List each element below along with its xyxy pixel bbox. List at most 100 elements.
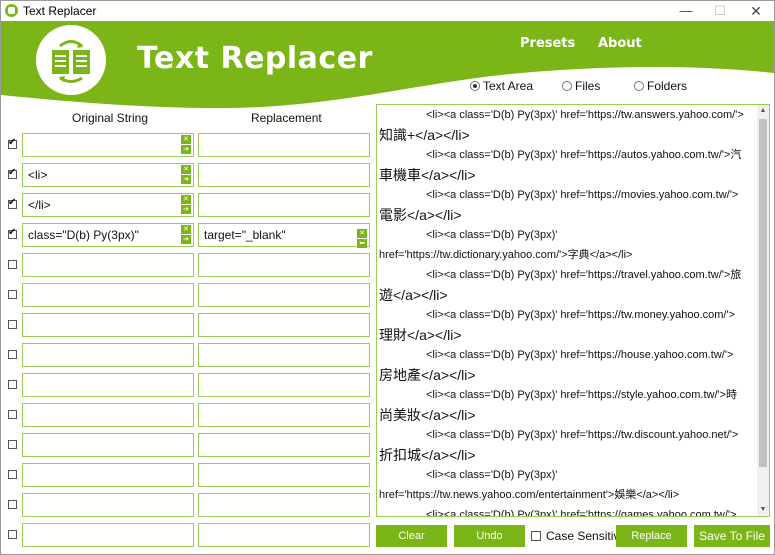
copy-right-icon[interactable]: ➔ — [181, 145, 191, 154]
original-string-input[interactable] — [22, 523, 194, 547]
checkbox-box[interactable] — [531, 531, 541, 541]
clear-row-icon[interactable]: ✕ — [181, 225, 191, 234]
row-enable-checkbox[interactable] — [8, 137, 17, 149]
replacement-row — [1, 343, 373, 369]
copy-right-icon[interactable]: ➔ — [181, 205, 191, 214]
text-area-line: 遊</a></li> — [379, 287, 448, 303]
vertical-scrollbar[interactable]: ▲ ▼ — [757, 105, 769, 516]
replacement-input[interactable] — [198, 463, 370, 487]
row-enable-checkbox[interactable] — [8, 470, 17, 479]
radio-files[interactable]: Files — [562, 79, 600, 93]
radio-folders[interactable]: Folders — [634, 79, 687, 93]
replacement-row: class="D(b) Py(3px)"target="_blank"✕➔✕⬅ — [1, 223, 373, 249]
replacement-input[interactable] — [198, 253, 370, 277]
replacement-input[interactable] — [198, 493, 370, 517]
about-menu[interactable]: About — [598, 36, 642, 51]
replacement-mini-buttons: ✕ ⬅ — [357, 229, 368, 248]
text-area[interactable]: <li><a class='D(b) Py(3px)' href='https:… — [376, 104, 770, 517]
replacement-input[interactable] — [198, 373, 370, 397]
replacement-row — [1, 283, 373, 309]
row-enable-checkbox[interactable] — [8, 530, 17, 539]
original-string-input[interactable]: class="D(b) Py(3px)" — [22, 223, 194, 247]
replacement-row — [1, 523, 373, 549]
scroll-up-icon[interactable]: ▲ — [757, 105, 769, 117]
replacement-row — [1, 433, 373, 459]
original-string-input[interactable] — [22, 433, 194, 457]
original-string-input[interactable] — [22, 403, 194, 427]
text-area-line: <li><a class='D(b) Py(3px)' — [426, 229, 558, 241]
replacement-input[interactable] — [198, 403, 370, 427]
original-string-input[interactable]: </li> — [22, 193, 194, 217]
replacement-input[interactable] — [198, 163, 370, 187]
copy-right-icon[interactable]: ➔ — [181, 175, 191, 184]
title-bar: Text Replacer — ☐ ✕ — [1, 1, 774, 21]
radio-dot[interactable] — [562, 81, 572, 91]
scroll-thumb[interactable] — [759, 119, 767, 467]
original-string-input[interactable] — [22, 373, 194, 397]
clear-row-icon[interactable]: ✕ — [181, 165, 191, 174]
original-string-input[interactable] — [22, 493, 194, 517]
row-enable-checkbox[interactable] — [8, 410, 17, 419]
text-area-line: <li><a class='D(b) Py(3px)' — [426, 469, 558, 481]
presets-menu[interactable]: Presets — [520, 36, 575, 51]
original-string-input[interactable] — [22, 133, 194, 157]
replacement-row — [1, 253, 373, 279]
logo — [36, 25, 106, 95]
row-mini-buttons: ✕ ➔ — [181, 135, 192, 155]
original-string-input[interactable] — [22, 343, 194, 367]
clear-row-icon[interactable]: ✕ — [181, 135, 191, 144]
text-area-line: <li><a class='D(b) Py(3px)' href='https:… — [426, 189, 739, 201]
replacement-row — [1, 463, 373, 489]
row-enable-checkbox[interactable] — [8, 197, 17, 209]
original-string-input[interactable] — [22, 283, 194, 307]
replacement-input[interactable]: target="_blank" — [198, 223, 370, 247]
radio-text-area[interactable]: Text Area — [470, 79, 533, 93]
row-enable-checkbox[interactable] — [8, 440, 17, 449]
clear-row-icon[interactable]: ✕ — [181, 195, 191, 204]
row-enable-checkbox[interactable] — [8, 260, 17, 269]
scroll-down-icon[interactable]: ▼ — [757, 504, 769, 516]
row-enable-checkbox[interactable] — [8, 500, 17, 509]
replacement-input[interactable] — [198, 133, 370, 157]
case-sensitive-checkbox[interactable]: Case Sensitive — [531, 529, 626, 543]
text-area-line: <li><a class='D(b) Py(3px)' href='https:… — [426, 429, 739, 441]
radio-dot[interactable] — [470, 81, 480, 91]
copy-left-icon[interactable]: ⬅ — [357, 239, 367, 248]
row-enable-checkbox[interactable] — [8, 380, 17, 389]
maximize-button[interactable]: ☐ — [703, 1, 737, 21]
radio-dot[interactable] — [634, 81, 644, 91]
replacement-row — [1, 313, 373, 339]
replacement-input[interactable] — [198, 523, 370, 547]
clear-replacement-icon[interactable]: ✕ — [357, 229, 367, 238]
minimize-button[interactable]: — — [669, 1, 703, 21]
replacement-input[interactable] — [198, 343, 370, 367]
original-string-input[interactable]: <li> — [22, 163, 194, 187]
original-string-input[interactable] — [22, 253, 194, 277]
original-string-input[interactable] — [22, 313, 194, 337]
text-area-line: <li><a class='D(b) Py(3px)' href='https:… — [426, 389, 738, 401]
app-window: Text Replacer — ☐ ✕ Text Replacer Preset… — [0, 0, 775, 555]
replacement-input[interactable] — [198, 313, 370, 337]
text-area-line: <li><a class='D(b) Py(3px)' href='https:… — [426, 109, 744, 121]
window-title: Text Replacer — [23, 4, 97, 18]
row-enable-checkbox[interactable] — [8, 290, 17, 299]
replace-button[interactable]: Replace — [616, 525, 687, 547]
replacement-input[interactable] — [198, 433, 370, 457]
copy-right-icon[interactable]: ➔ — [181, 235, 191, 244]
replacement-input[interactable] — [198, 193, 370, 217]
text-area-line: 電影</a></li> — [379, 207, 462, 223]
close-button[interactable]: ✕ — [739, 1, 773, 21]
documents-swap-icon — [52, 40, 90, 83]
text-area-line: 理財</a></li> — [379, 327, 462, 343]
row-enable-checkbox[interactable] — [8, 167, 17, 179]
text-area-line: 折扣城</a></li> — [379, 447, 476, 463]
replacement-input[interactable] — [198, 283, 370, 307]
text-area-line: <li><a class='D(b) Py(3px)' href='https:… — [426, 149, 742, 161]
row-enable-checkbox[interactable] — [8, 320, 17, 329]
row-enable-checkbox[interactable] — [8, 350, 17, 359]
clear-button[interactable]: Clear — [376, 525, 447, 547]
save-to-file-button[interactable]: Save To File — [694, 525, 770, 547]
undo-button[interactable]: Undo — [454, 525, 525, 547]
original-string-input[interactable] — [22, 463, 194, 487]
row-enable-checkbox[interactable] — [8, 227, 17, 239]
